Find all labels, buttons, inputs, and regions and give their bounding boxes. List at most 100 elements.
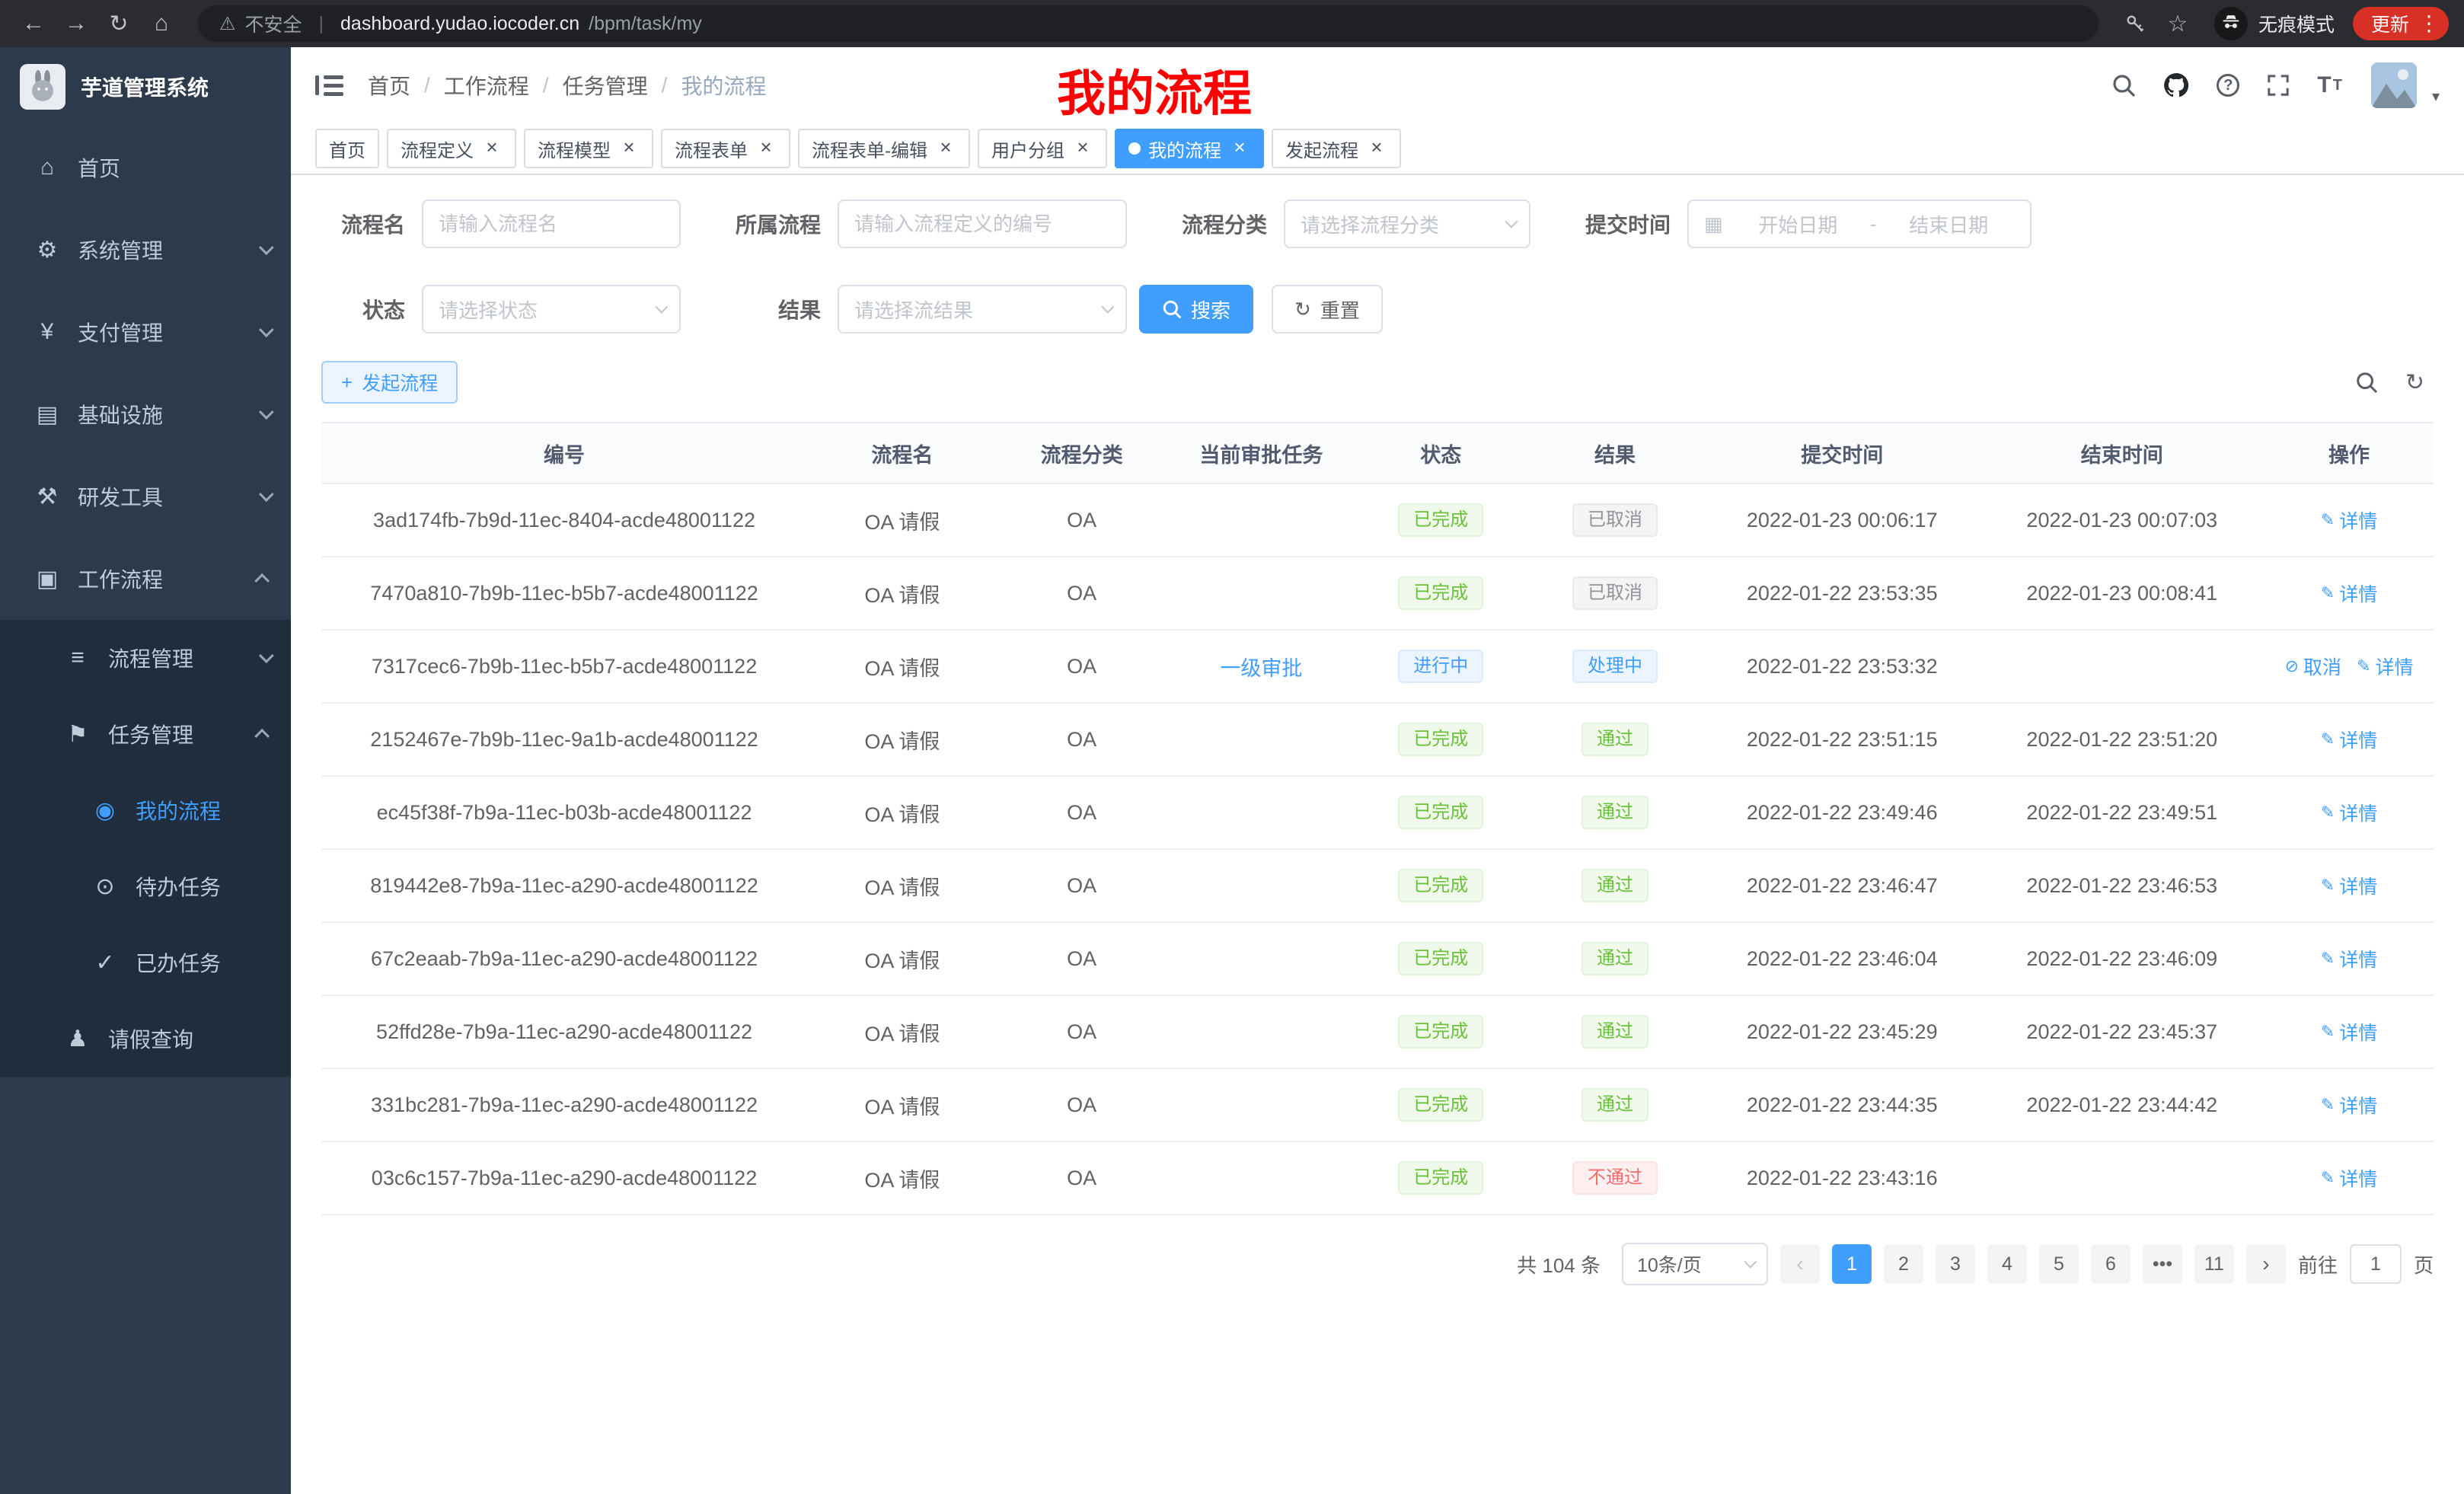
cell-submit-time: 2022-01-22 23:53:35 xyxy=(1705,557,1980,630)
tab-process-model[interactable]: 流程模型× xyxy=(524,129,653,168)
todo-icon: ⊙ xyxy=(91,873,119,900)
page-button-2[interactable]: 2 xyxy=(1884,1244,1923,1284)
tab-my-process[interactable]: 我的流程× xyxy=(1115,129,1264,168)
process-def-input[interactable] xyxy=(838,200,1127,248)
sidebar-item-leave-query[interactable]: ♟请假查询 xyxy=(0,1001,291,1077)
calendar-icon: ▦ xyxy=(1704,212,1723,236)
sidebar-item-label: 首页 xyxy=(78,152,120,183)
page-button-11[interactable]: 11 xyxy=(2194,1244,2234,1284)
tab-close-icon[interactable]: × xyxy=(1366,138,1387,159)
tab-close-icon[interactable]: × xyxy=(481,138,503,159)
tab-close-icon[interactable]: × xyxy=(1072,138,1093,159)
sidebar-item-todo-tasks[interactable]: ⊙待办任务 xyxy=(0,848,291,924)
breadcrumb-item[interactable]: 工作流程 xyxy=(444,70,529,101)
back-icon[interactable]: ← xyxy=(15,5,52,42)
category-select[interactable]: 请选择流程分类 xyxy=(1284,200,1530,248)
avatar[interactable] xyxy=(2371,62,2417,108)
sidebar-toggle-icon[interactable] xyxy=(315,75,343,96)
avatar-caret-icon[interactable]: ▾ xyxy=(2432,87,2440,106)
sidebar-item-infrastructure[interactable]: ▤基础设施 xyxy=(0,373,291,455)
detail-link[interactable]: ✎详情 xyxy=(2321,799,2377,826)
tab-close-icon[interactable]: × xyxy=(618,138,640,159)
sidebar-item-task-mgmt[interactable]: ⚑任务管理 xyxy=(0,696,291,772)
chevron-down-icon xyxy=(259,404,274,420)
reset-button[interactable]: ↻ 重置 xyxy=(1272,285,1383,334)
detail-link[interactable]: ✎详情 xyxy=(2321,872,2377,899)
status-badge: 已完成 xyxy=(1398,942,1483,975)
submit-time-range-picker[interactable]: ▦ 开始日期 - 结束日期 xyxy=(1687,200,2032,248)
table-body: 3ad174fb-7b9d-11ec-8404-acde48001122OA 请… xyxy=(321,484,2434,1215)
page-size-select[interactable]: 10条/页 xyxy=(1622,1243,1768,1285)
tab-process-form-edit[interactable]: 流程表单-编辑× xyxy=(798,129,970,168)
tab-start-process[interactable]: 发起流程× xyxy=(1272,129,1401,168)
sidebar-item-workflow[interactable]: ▣工作流程 xyxy=(0,538,291,620)
detail-link[interactable]: ✎详情 xyxy=(2321,1018,2377,1045)
table-refresh-icon[interactable]: ↻ xyxy=(2405,369,2424,396)
tab-close-icon[interactable]: × xyxy=(935,138,956,159)
date-separator: - xyxy=(1864,212,1883,236)
filter-label-category: 流程分类 xyxy=(1160,209,1267,239)
sidebar-item-done-tasks[interactable]: ✓已办任务 xyxy=(0,924,291,1001)
next-page-button[interactable]: › xyxy=(2246,1244,2286,1284)
detail-link[interactable]: ✎详情 xyxy=(2321,579,2377,607)
page-button-5[interactable]: 5 xyxy=(2039,1244,2079,1284)
page-button-1[interactable]: 1 xyxy=(1832,1244,1872,1284)
reload-icon[interactable]: ↻ xyxy=(101,5,137,42)
detail-link[interactable]: ✎详情 xyxy=(2357,653,2413,680)
status-badge: 已完成 xyxy=(1398,503,1483,537)
detail-link[interactable]: ✎详情 xyxy=(2321,726,2377,753)
sidebar-item-my-process[interactable]: ◉我的流程 xyxy=(0,772,291,848)
table-search-icon[interactable] xyxy=(2355,371,2378,394)
sidebar-item-home[interactable]: ⌂首页 xyxy=(0,126,291,209)
prev-page-button[interactable]: ‹ xyxy=(1780,1244,1820,1284)
status-select[interactable]: 请选择状态 xyxy=(422,285,681,334)
process-name-input[interactable] xyxy=(422,200,681,248)
sidebar-item-system[interactable]: ⚙系统管理 xyxy=(0,209,291,291)
browser-home-icon[interactable]: ⌂ xyxy=(143,5,180,42)
search-button[interactable]: 搜索 xyxy=(1139,285,1253,334)
update-button[interactable]: 更新 ⋮ xyxy=(2353,7,2449,40)
sidebar-item-process-mgmt[interactable]: ≡流程管理 xyxy=(0,620,291,696)
top-navbar: 首页/工作流程/任务管理/我的流程 ? TT xyxy=(291,47,2464,123)
search-button-label: 搜索 xyxy=(1191,295,1230,324)
page-button-3[interactable]: 3 xyxy=(1936,1244,1975,1284)
tab-process-definition[interactable]: 流程定义 × xyxy=(387,129,516,168)
tab-close-icon[interactable]: × xyxy=(755,138,777,159)
current-task-link[interactable]: 一级审批 xyxy=(1220,657,1302,680)
detail-link[interactable]: ✎详情 xyxy=(2321,506,2377,534)
tab-process-form[interactable]: 流程表单× xyxy=(661,129,790,168)
star-icon[interactable]: ☆ xyxy=(2159,5,2196,42)
forward-icon[interactable]: → xyxy=(58,5,94,42)
breadcrumb-item[interactable]: 首页 xyxy=(368,70,410,101)
chevron-up-icon xyxy=(254,729,270,744)
sidebar-item-devtools[interactable]: ⚒研发工具 xyxy=(0,455,291,538)
result-select[interactable]: 请选择流结果 xyxy=(838,285,1127,334)
column-header: 提交时间 xyxy=(1705,423,1980,484)
app-logo-row[interactable]: 芋道管理系统 xyxy=(0,47,291,126)
github-icon[interactable] xyxy=(2163,72,2189,98)
font-size-icon[interactable]: TT xyxy=(2317,72,2344,98)
tab-label: 流程定义 xyxy=(401,136,474,162)
cell-actions: ✎详情 xyxy=(2265,1141,2434,1215)
sidebar-item-payment[interactable]: ¥支付管理 xyxy=(0,291,291,373)
fullscreen-icon[interactable] xyxy=(2267,74,2290,97)
goto-page-input[interactable] xyxy=(2350,1244,2402,1284)
search-icon[interactable] xyxy=(2111,73,2136,97)
detail-link[interactable]: ✎详情 xyxy=(2321,1091,2377,1119)
address-bar[interactable]: ⚠ 不安全 | dashboard.yudao.iocoder.cn/bpm/t… xyxy=(198,5,2099,42)
detail-link[interactable]: ✎详情 xyxy=(2321,1164,2377,1192)
key-icon[interactable] xyxy=(2117,5,2153,42)
tab-user-group[interactable]: 用户分组× xyxy=(978,129,1107,168)
kebab-menu-icon[interactable]: ⋮ xyxy=(2418,13,2440,34)
page-button-6[interactable]: 6 xyxy=(2091,1244,2130,1284)
detail-link[interactable]: ✎详情 xyxy=(2321,945,2377,972)
create-process-button[interactable]: + 发起流程 xyxy=(321,361,458,404)
cell-actions: ✎详情 xyxy=(2265,922,2434,995)
page-ellipsis[interactable]: ••• xyxy=(2143,1244,2182,1284)
cancel-link[interactable]: ⊘取消 xyxy=(2285,653,2341,680)
help-icon[interactable]: ? xyxy=(2217,74,2239,97)
tab-close-icon[interactable]: × xyxy=(1229,138,1250,159)
breadcrumb-item[interactable]: 任务管理 xyxy=(563,70,648,101)
page-button-4[interactable]: 4 xyxy=(1987,1244,2027,1284)
tab-home[interactable]: 首页 xyxy=(315,129,379,168)
